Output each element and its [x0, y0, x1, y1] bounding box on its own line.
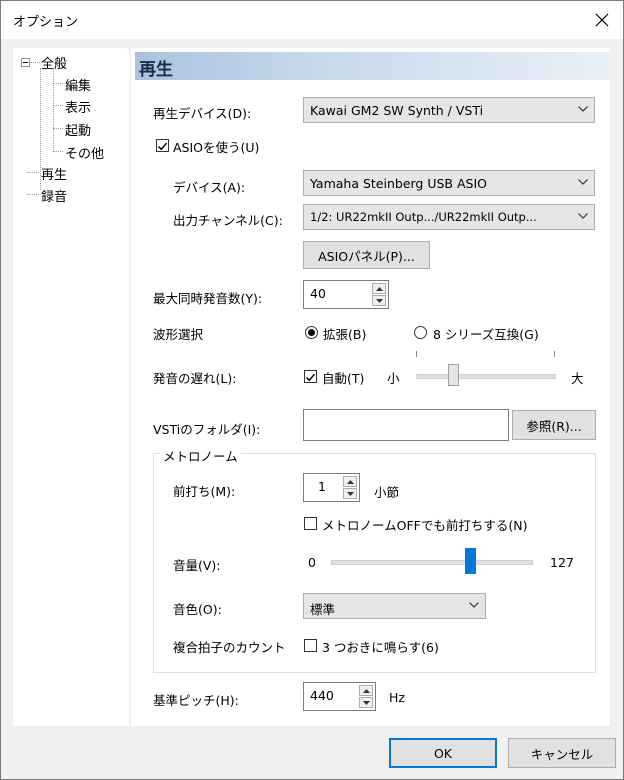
reference-pitch-input[interactable]: 440: [303, 682, 376, 711]
latency-min-label: 小: [387, 371, 400, 386]
spin-up-icon[interactable]: [372, 283, 386, 294]
reference-pitch-stepper[interactable]: [359, 685, 373, 709]
tree-item-playback[interactable]: 再生: [41, 164, 68, 183]
playback-device-value: Kawai GM2 SW Synth / VSTi: [310, 103, 484, 118]
waveform-8series-label[interactable]: 8 シリーズ互換(G): [433, 324, 539, 343]
tick-mark: [554, 351, 555, 357]
max-polyphony-label: 最大同時発音数(Y):: [153, 291, 263, 306]
use-asio-label[interactable]: ASIOを使う(U): [173, 137, 259, 156]
asio-device-label: デバイス(A):: [173, 180, 246, 195]
spin-up-icon[interactable]: [359, 685, 373, 696]
cancel-button[interactable]: キャンセル: [508, 738, 616, 768]
volume-slider-track: [331, 560, 533, 565]
metronome-volume-label: 音量(V):: [173, 558, 221, 573]
volume-min-label: 0: [308, 555, 316, 570]
chevron-down-icon: [578, 106, 588, 112]
metronome-volume-slider[interactable]: [329, 543, 535, 583]
metronome-tone-label: 音色(O):: [173, 602, 222, 617]
collapse-icon[interactable]: [21, 58, 30, 67]
tree-line: [53, 105, 63, 106]
asio-device-select[interactable]: Yamaha Steinberg USB ASIO: [303, 170, 595, 196]
latency-slider-thumb[interactable]: [447, 364, 459, 386]
tree-line: [53, 151, 63, 152]
waveform-8series-radio[interactable]: [414, 326, 427, 339]
tree-item-general[interactable]: 全般: [41, 53, 67, 72]
use-asio-checkbox[interactable]: [156, 139, 169, 152]
volume-slider-thumb[interactable]: [464, 548, 476, 574]
ok-button[interactable]: OK: [389, 738, 497, 768]
category-tree[interactable]: 全般 編集 表示 起動 その他 再生 録音: [13, 48, 129, 726]
count-in-when-off-label[interactable]: メトロノームOFFでも前打ちする(N): [322, 515, 527, 534]
count-in-when-off-checkbox[interactable]: [304, 517, 317, 530]
chevron-down-icon: [578, 179, 588, 185]
spin-up-icon[interactable]: [343, 476, 357, 487]
output-channel-value: 1/2: UR22mkII Outp.../UR22mkII Outp...: [310, 210, 537, 224]
latency-slider[interactable]: [414, 351, 560, 391]
chevron-down-icon: [578, 213, 588, 219]
count-in-value: 1: [318, 479, 326, 494]
options-dialog: オプション 全般 編集 表示 起動 その他 再生 録音 再生 再生デバイス(D)…: [0, 0, 624, 780]
tree-item-display[interactable]: 表示: [65, 97, 91, 116]
latency-auto-checkbox[interactable]: [304, 370, 317, 383]
waveform-label: 波形選択: [153, 327, 204, 342]
output-channel-select[interactable]: 1/2: UR22mkII Outp.../UR22mkII Outp...: [303, 204, 595, 230]
spin-down-icon[interactable]: [372, 295, 386, 306]
vsti-folder-label: VSTiのフォルダ(I):: [153, 422, 261, 437]
metronome-group-title: メトロノーム: [160, 446, 241, 465]
compound-meter-label: 複合拍子のカウント: [173, 640, 286, 655]
latency-slider-track: [416, 374, 556, 379]
reference-pitch-unit: Hz: [389, 690, 405, 705]
tree-item-other[interactable]: その他: [65, 143, 104, 162]
tree-line: [53, 128, 63, 129]
latency-auto-label[interactable]: 自動(T): [322, 368, 364, 387]
asio-panel-button[interactable]: ASIOパネル(P)...: [303, 241, 430, 269]
metronome-tone-select[interactable]: 標準: [303, 593, 486, 619]
tree-line: [27, 172, 39, 173]
browse-button[interactable]: 参照(R)...: [512, 410, 596, 440]
chevron-down-icon: [469, 602, 479, 608]
tree-item-edit[interactable]: 編集: [65, 75, 91, 94]
compound-meter-check-label[interactable]: 3 つおきに鳴らす(6): [322, 637, 439, 656]
asio-device-value: Yamaha Steinberg USB ASIO: [310, 176, 487, 191]
output-channel-label: 出力チャンネル(C):: [173, 213, 283, 228]
reference-pitch-label: 基準ピッチ(H):: [153, 693, 239, 708]
tree-item-startup[interactable]: 起動: [65, 120, 91, 139]
tree-line: [53, 68, 54, 152]
window-title: オプション: [13, 15, 79, 30]
playback-settings-panel: 再生 再生デバイス(D): Kawai GM2 SW Synth / VSTi …: [131, 48, 610, 726]
spin-down-icon[interactable]: [343, 488, 357, 499]
reference-pitch-value: 440: [310, 688, 334, 703]
playback-device-select[interactable]: Kawai GM2 SW Synth / VSTi: [303, 97, 595, 123]
polyphony-stepper[interactable]: [372, 283, 386, 307]
max-polyphony-value: 40: [310, 286, 326, 301]
waveform-extended-label[interactable]: 拡張(B): [323, 324, 366, 343]
spin-down-icon[interactable]: [359, 697, 373, 708]
check-icon: [305, 373, 316, 382]
count-in-unit: 小節: [374, 485, 400, 500]
waveform-extended-radio[interactable]: [305, 326, 318, 339]
check-icon: [157, 142, 168, 151]
tree-line: [27, 194, 39, 195]
close-icon[interactable]: [589, 7, 615, 33]
metronome-tone-value: 標準: [310, 602, 336, 617]
volume-max-label: 127: [550, 555, 574, 570]
latency-label: 発音の遅れ(L):: [153, 371, 237, 386]
count-in-label: 前打ち(M):: [173, 484, 236, 499]
panel-header: 再生: [135, 52, 610, 80]
title-bar: オプション: [1, 1, 623, 39]
vsti-folder-input[interactable]: [303, 409, 509, 441]
tick-mark: [416, 351, 417, 357]
panel-title: 再生: [139, 60, 173, 80]
max-polyphony-input[interactable]: 40: [303, 280, 389, 309]
compound-meter-checkbox[interactable]: [304, 639, 317, 652]
count-in-stepper[interactable]: [343, 476, 357, 500]
count-in-input[interactable]: 1: [303, 473, 360, 502]
tree-item-recording[interactable]: 録音: [41, 186, 67, 205]
latency-max-label: 大: [571, 371, 584, 386]
tree-line: [30, 62, 40, 63]
playback-device-label: 再生デバイス(D):: [153, 106, 252, 121]
tree-line: [53, 83, 63, 84]
